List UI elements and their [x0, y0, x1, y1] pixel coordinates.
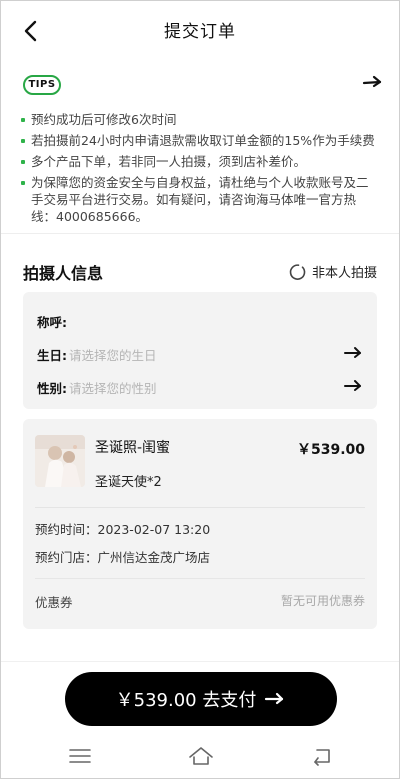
appointment-info: 预约时间：2023-02-07 13:20 预约门店：广州信达金茂广场店: [35, 508, 365, 566]
product-name: 圣诞照-闺蜜: [95, 440, 171, 456]
not-self-label: 非本人拍摄: [311, 266, 377, 281]
tips-badge: TIPS: [23, 75, 61, 95]
product-thumbnail: [35, 435, 85, 487]
tips-list: 预约成功后可修改6次时间 若拍摄前24小时内申请退款需收取订单金额的15%作为手…: [1, 111, 399, 225]
tip-item: 若拍摄前24小时内申请退款需收取订单金额的15%作为手续费: [21, 132, 379, 149]
tip-item: 预约成功后可修改6次时间: [21, 111, 379, 128]
appointment-store: 预约门店：广州信达金茂广场店: [35, 550, 211, 565]
product-spec: 圣诞天使*2: [95, 475, 162, 490]
spacer: [1, 234, 399, 248]
tips-header: TIPS: [1, 61, 399, 111]
menu-icon[interactable]: [67, 745, 93, 767]
system-nav-bar: [1, 737, 399, 778]
pay-button[interactable]: ￥539.00 去支付: [65, 672, 337, 726]
field-label: 称呼:: [37, 315, 67, 330]
tip-item: 多个产品下单，若非同一人拍摄，须到店补差价。: [21, 153, 379, 170]
product-price: ￥539.00: [296, 442, 365, 458]
arrow-right-icon: [265, 692, 284, 705]
pay-bar: ￥539.00 去支付: [1, 661, 399, 737]
order-card: 圣诞照-闺蜜 ￥539.00 圣诞天使*2 预约时间：2023-02-07 13…: [23, 419, 377, 629]
arrow-right-icon[interactable]: [343, 343, 363, 363]
name-field[interactable]: 称呼:: [37, 304, 363, 337]
photographer-section-header: 拍摄人信息 非本人拍摄: [1, 248, 399, 292]
not-self-toggle[interactable]: 非本人拍摄: [288, 262, 377, 281]
field-label: 性别:: [37, 381, 67, 396]
tip-item: 为保障您的资金安全与自身权益，请杜绝与个人收款账号及二手交易平台进行交易。如有疑…: [21, 174, 379, 225]
birthday-placeholder: 请选择您的生日: [69, 348, 157, 363]
radio-icon[interactable]: [288, 263, 306, 281]
section-title: 拍摄人信息: [23, 264, 104, 283]
gender-field[interactable]: 性别: 请选择您的性别: [37, 370, 363, 403]
arrow-right-icon[interactable]: [343, 376, 363, 396]
home-icon[interactable]: [188, 745, 214, 767]
app-frame: 提交订单 TIPS 预约成功后可修改6次时间 若拍摄前24小时内申请退款需收取订…: [0, 0, 400, 779]
pay-button-label: ￥539.00 去支付: [115, 690, 257, 711]
gender-placeholder: 请选择您的性别: [69, 381, 157, 396]
field-label: 生日:: [37, 348, 67, 363]
photographer-form: 称呼: 生日: 请选择您的生日 性别: 请选择您的性别: [23, 292, 377, 409]
appointment-time: 预约时间：2023-02-07 13:20: [35, 522, 211, 537]
coupon-row[interactable]: 优惠券 暂无可用优惠券: [35, 578, 365, 620]
product-row: 圣诞照-闺蜜 ￥539.00 圣诞天使*2: [35, 433, 365, 507]
birthday-field[interactable]: 生日: 请选择您的生日: [37, 337, 363, 370]
arrow-right-icon[interactable]: [361, 71, 383, 93]
back-icon[interactable]: [309, 745, 335, 767]
page-title: 提交订单: [164, 22, 236, 42]
coupon-value: 暂无可用优惠券: [280, 594, 365, 608]
header: 提交订单: [1, 1, 399, 61]
coupon-label: 优惠券: [35, 595, 73, 610]
